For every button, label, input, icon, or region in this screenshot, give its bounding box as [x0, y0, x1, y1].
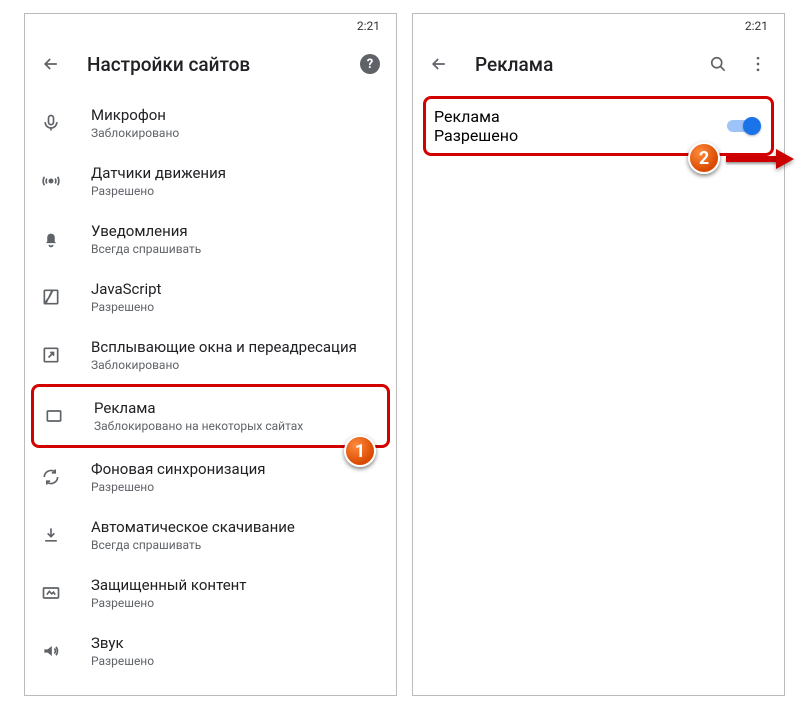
more-vert-icon — [748, 54, 768, 74]
item-label: Датчики движения — [91, 164, 382, 182]
ads-toggle-switch[interactable] — [727, 116, 763, 136]
item-javascript[interactable]: JavaScript Разрешено — [25, 268, 396, 326]
item-motion-sensors[interactable]: Датчики движения Разрешено — [25, 152, 396, 210]
item-sub: Заблокировано — [91, 358, 382, 372]
item-notifications[interactable]: Уведомления Всегда спрашивать — [25, 210, 396, 268]
back-button[interactable] — [39, 52, 63, 76]
item-background-sync[interactable]: Фоновая синхронизация Разрешено — [25, 448, 396, 506]
item-popups[interactable]: Всплывающие окна и переадресация Заблоки… — [25, 326, 396, 384]
step-badge-2: 2 — [688, 142, 720, 174]
toggle-label: Реклама — [434, 107, 727, 126]
item-auto-download[interactable]: Автоматическое скачивание Всегда спрашив… — [25, 506, 396, 564]
item-label: Фоновая синхронизация — [91, 460, 382, 478]
page-title: Реклама — [475, 53, 690, 76]
phone-left: 2:21 Настройки сайтов ? Микрофон Заблоки… — [24, 13, 397, 696]
ads-toggle-row[interactable]: Реклама Разрешено — [423, 96, 774, 156]
item-sub: Разрешено — [91, 596, 382, 610]
item-label: Уведомления — [91, 222, 382, 240]
ads-icon — [42, 404, 66, 428]
phone-right: 2:21 Реклама Реклама Разрешено — [412, 13, 785, 696]
status-time: 2:21 — [745, 19, 768, 33]
help-icon: ? — [360, 54, 380, 74]
help-button[interactable]: ? — [358, 52, 382, 76]
overflow-menu-button[interactable] — [746, 52, 770, 76]
item-label: Микрофон — [91, 106, 382, 124]
item-sub: Разрешено — [91, 654, 382, 668]
item-label: Всплывающие окна и переадресация — [91, 338, 382, 356]
item-sub: Заблокировано на некоторых сайтах — [94, 419, 379, 433]
item-sub: Разрешено — [91, 480, 382, 494]
motion-sensors-icon — [39, 169, 63, 193]
toggle-sub: Разрешено — [434, 126, 727, 145]
status-time: 2:21 — [357, 19, 380, 33]
page-title: Настройки сайтов — [87, 53, 342, 76]
step-badge-1: 1 — [344, 435, 376, 467]
back-button[interactable] — [427, 52, 451, 76]
annotation-arrow — [726, 151, 796, 167]
item-sub: Разрешено — [91, 184, 382, 198]
bell-icon — [39, 227, 63, 251]
item-label: Реклама — [94, 399, 379, 417]
item-sub: Заблокировано — [91, 126, 382, 140]
item-protected-content[interactable]: Защищенный контент Разрешено — [25, 564, 396, 622]
status-bar: 2:21 — [25, 14, 396, 38]
microphone-icon — [39, 111, 63, 135]
item-label: Защищенный контент — [91, 576, 382, 594]
item-sub: Всегда спрашивать — [91, 242, 382, 256]
arrow-left-icon — [41, 54, 61, 74]
item-label: JavaScript — [91, 280, 382, 298]
toolbar: Реклама — [413, 38, 784, 90]
protected-content-icon — [39, 581, 63, 605]
popup-icon — [39, 343, 63, 367]
arrow-left-icon — [429, 54, 449, 74]
item-microphone[interactable]: Микрофон Заблокировано — [25, 94, 396, 152]
item-sub: Всегда спрашивать — [91, 538, 382, 552]
search-icon — [708, 54, 728, 74]
sync-icon — [39, 465, 63, 489]
sound-icon — [39, 639, 63, 663]
item-ads[interactable]: Реклама Заблокировано на некоторых сайта… — [31, 384, 390, 448]
toolbar: Настройки сайтов ? — [25, 38, 396, 90]
item-sub: Разрешено — [91, 300, 382, 314]
search-button[interactable] — [706, 52, 730, 76]
item-label: Автоматическое скачивание — [91, 518, 382, 536]
toggle-thumb — [743, 117, 761, 135]
settings-list: Микрофон Заблокировано Датчики движения … — [25, 90, 396, 684]
status-bar: 2:21 — [413, 14, 784, 38]
item-sound[interactable]: Звук Разрешено — [25, 622, 396, 680]
download-icon — [39, 523, 63, 547]
item-label: Звук — [91, 634, 382, 652]
javascript-icon — [39, 285, 63, 309]
